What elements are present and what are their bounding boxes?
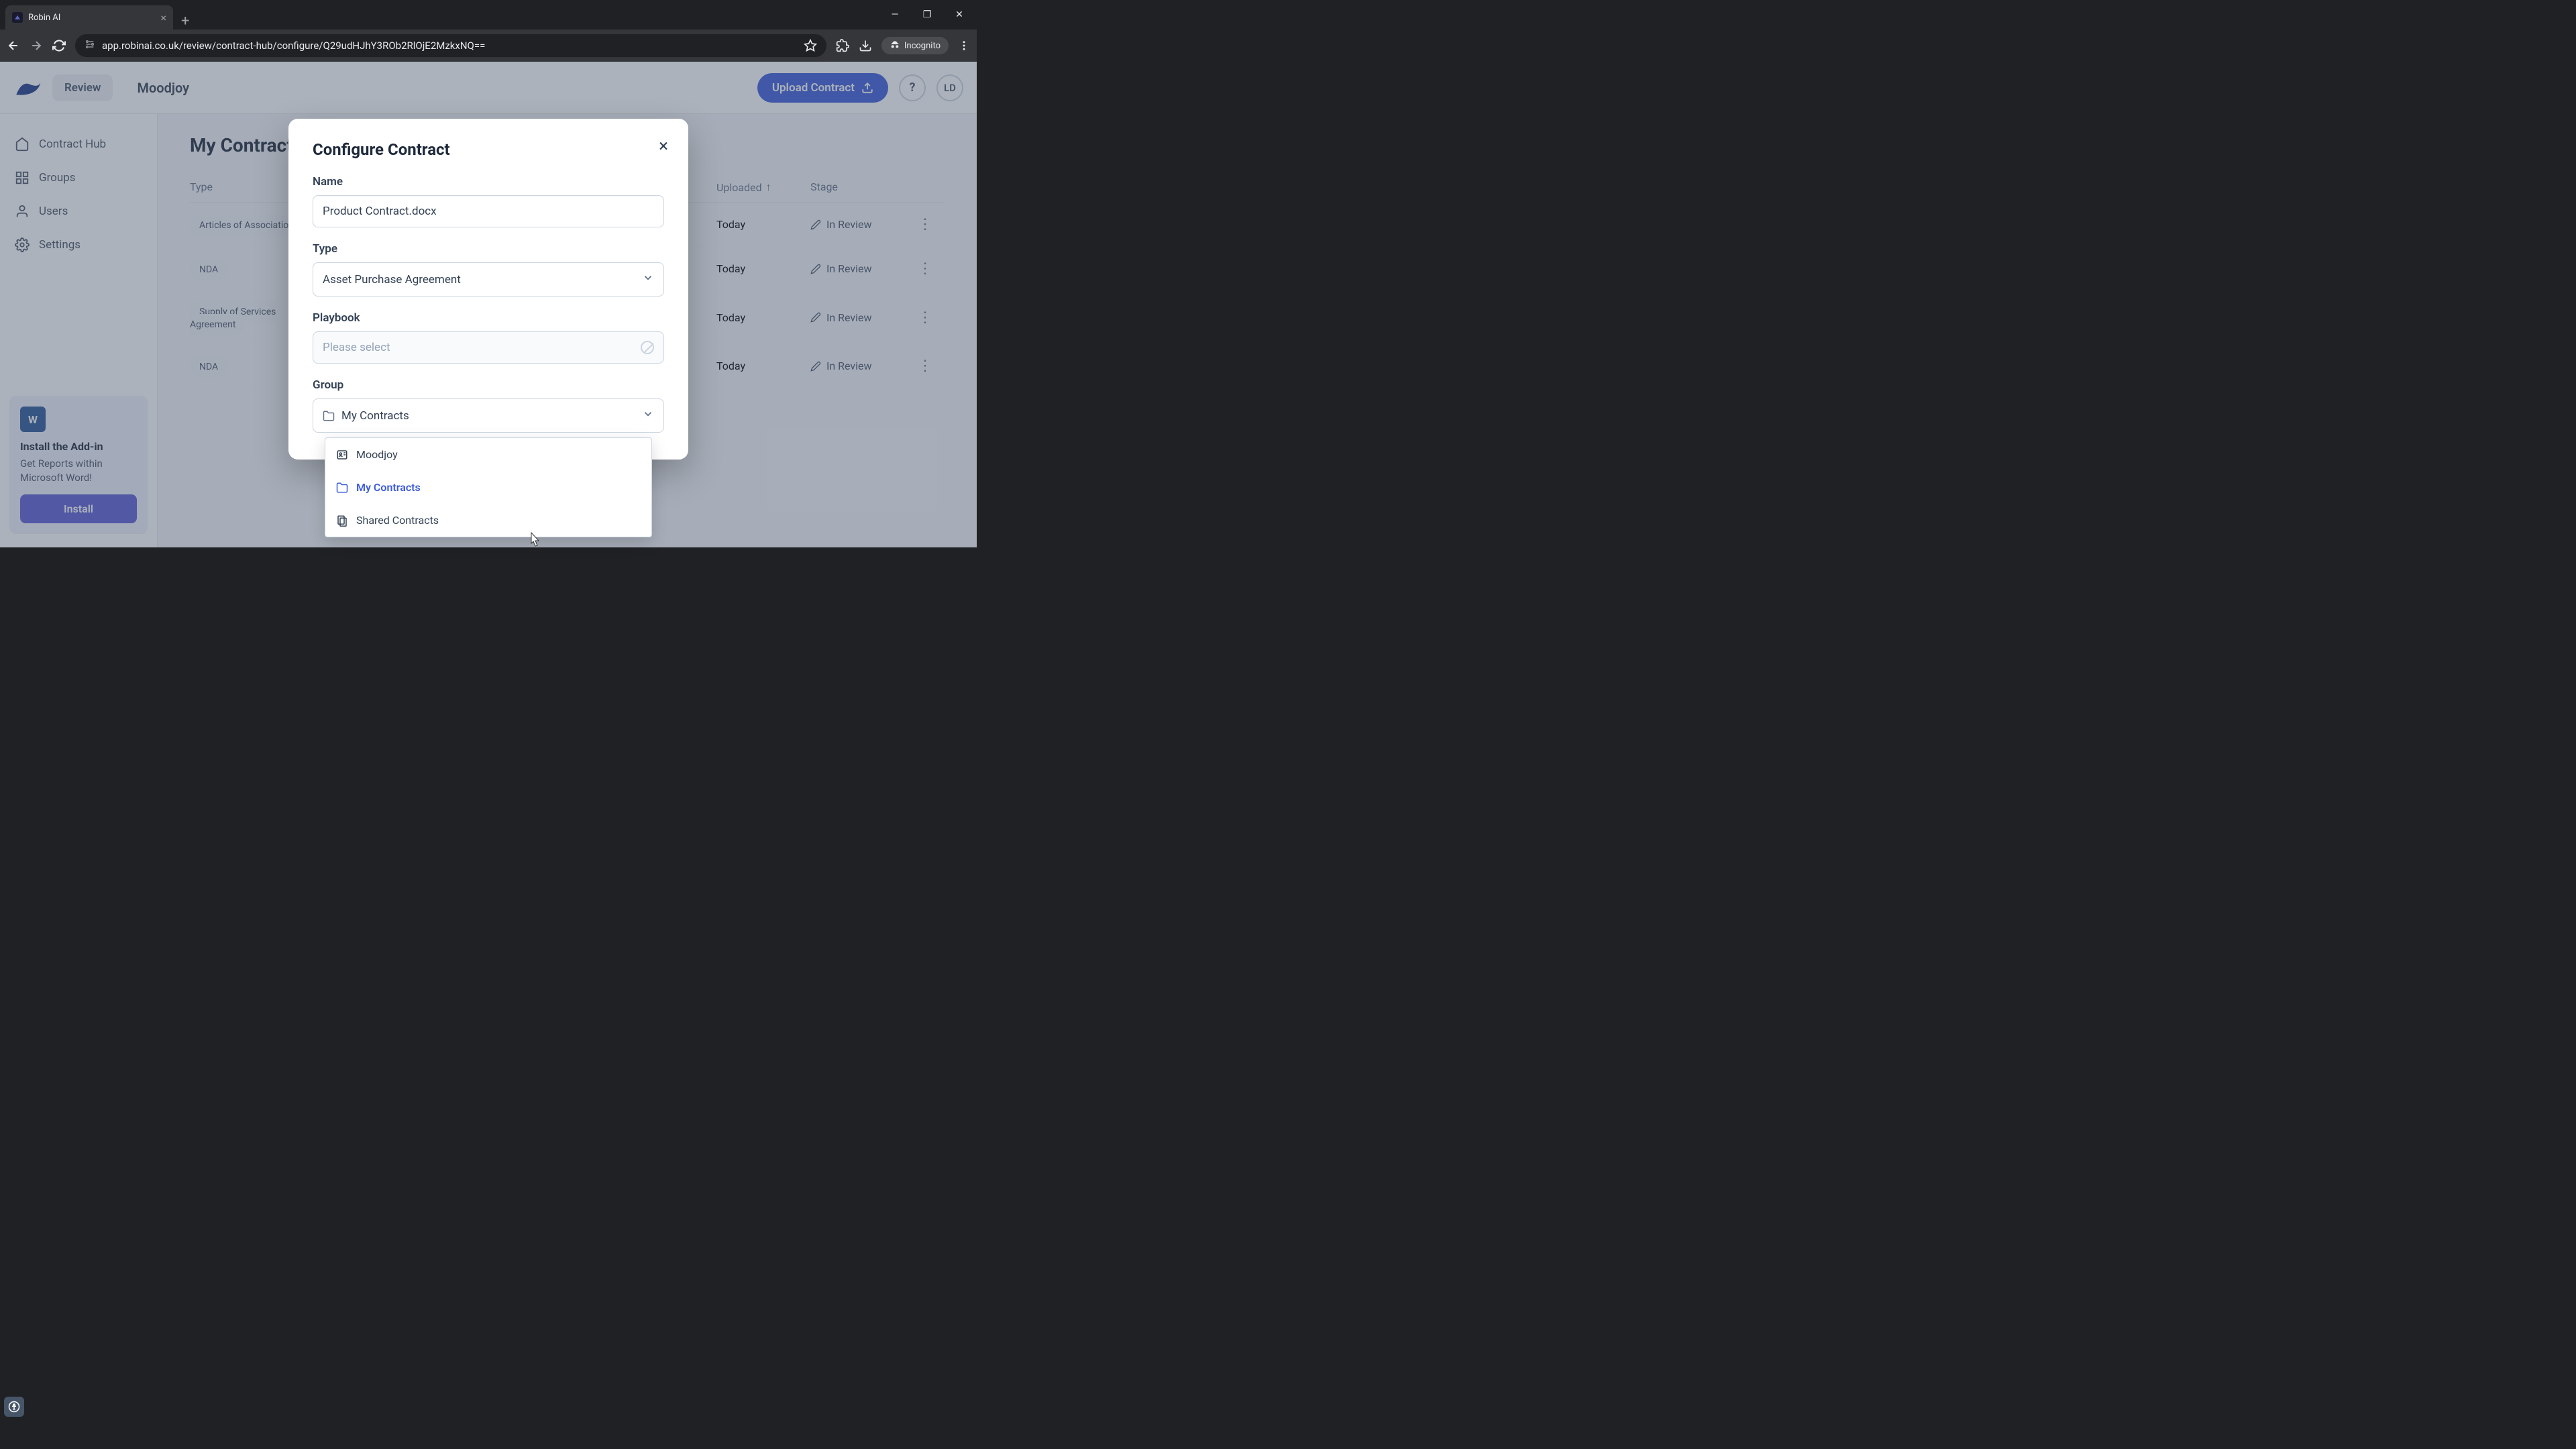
minimize-icon[interactable]: —	[885, 9, 904, 20]
modal-title: Configure Contract	[313, 140, 664, 159]
folder-icon	[336, 482, 348, 494]
chevron-down-icon	[642, 272, 654, 287]
tab-close-icon[interactable]: ×	[160, 11, 166, 24]
tab-favicon	[12, 12, 23, 23]
forward-icon[interactable]	[30, 39, 43, 52]
group-option[interactable]: Moodjoy	[325, 438, 651, 471]
folder-icon	[323, 410, 335, 422]
type-label: Type	[313, 242, 664, 256]
bookmark-star-icon[interactable]	[804, 39, 817, 52]
back-icon[interactable]	[7, 39, 20, 52]
close-window-icon[interactable]: ✕	[950, 9, 969, 20]
group-select[interactable]: My Contracts	[313, 398, 664, 433]
incognito-icon	[890, 40, 900, 51]
name-label: Name	[313, 175, 664, 189]
group-option[interactable]: My Contracts	[325, 471, 651, 504]
group-label: Group	[313, 378, 664, 392]
reload-icon[interactable]	[52, 39, 66, 52]
type-select[interactable]: Asset Purchase Agreement	[313, 262, 664, 297]
browser-menu-icon[interactable]	[958, 40, 970, 52]
incognito-label: Incognito	[904, 41, 941, 51]
contact-icon	[336, 449, 348, 461]
new-tab-button[interactable]: +	[173, 13, 197, 30]
tab-title: Robin AI	[28, 13, 60, 23]
url-text: app.robinai.co.uk/review/contract-hub/co…	[102, 40, 485, 52]
playbook-label: Playbook	[313, 311, 664, 325]
browser-tab-strip: Robin AI × + — ❐ ✕	[0, 0, 977, 30]
maximize-icon[interactable]: ❐	[918, 9, 936, 20]
accessibility-button[interactable]	[4, 1397, 24, 1417]
shared-icon	[336, 515, 348, 527]
window-controls: — ❐ ✕	[885, 0, 977, 30]
type-value: Asset Purchase Agreement	[323, 273, 461, 286]
name-input[interactable]	[313, 195, 664, 227]
group-option[interactable]: Shared Contracts	[325, 504, 651, 537]
playbook-placeholder: Please select	[323, 341, 390, 354]
browser-address-bar: app.robinai.co.uk/review/contract-hub/co…	[0, 30, 977, 62]
url-input[interactable]: app.robinai.co.uk/review/contract-hub/co…	[75, 34, 826, 57]
disabled-icon	[641, 341, 654, 354]
chevron-down-icon	[642, 408, 654, 423]
group-value: My Contracts	[341, 409, 409, 423]
close-icon[interactable]: ×	[659, 136, 668, 156]
downloads-icon[interactable]	[859, 39, 872, 52]
group-dropdown: MoodjoyMy ContractsShared Contracts	[325, 437, 652, 537]
playbook-select: Please select	[313, 331, 664, 364]
incognito-badge[interactable]: Incognito	[881, 37, 949, 54]
extensions-icon[interactable]	[836, 39, 849, 52]
app-root: Review Moodjoy Upload Contract ? LD Cont…	[0, 62, 977, 547]
site-settings-icon[interactable]	[85, 39, 95, 52]
configure-contract-modal: × Configure Contract Name Type Asset Pur…	[288, 119, 688, 460]
browser-tab[interactable]: Robin AI ×	[5, 5, 173, 30]
